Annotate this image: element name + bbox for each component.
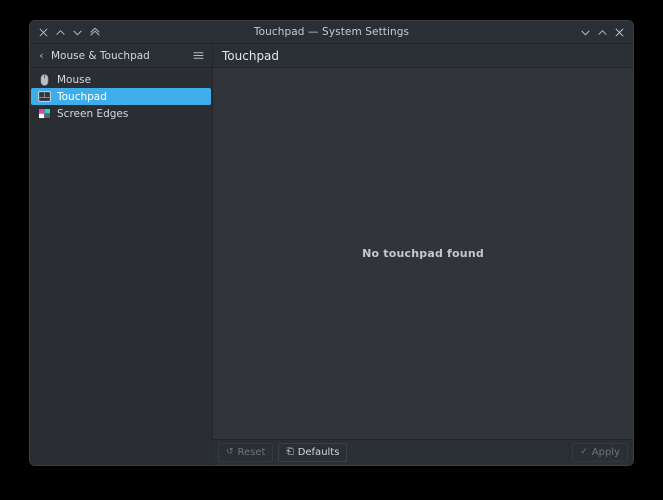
close-icon[interactable] xyxy=(35,24,52,40)
keep-above-icon[interactable] xyxy=(86,24,103,40)
sidebar-nav-list: Mouse Touchpad xyxy=(30,68,212,465)
defaults-icon: ⎗ xyxy=(286,448,293,457)
sidebar-header: ‹ Mouse & Touchpad xyxy=(30,44,212,68)
reset-icon: ↺ xyxy=(226,448,234,457)
titlebar-left-buttons xyxy=(30,24,103,40)
sidebar-header-title: Mouse & Touchpad xyxy=(51,50,150,62)
maximize-icon[interactable] xyxy=(594,24,611,40)
window-body: ‹ Mouse & Touchpad xyxy=(30,44,633,465)
sidebar-item-mouse[interactable]: Mouse xyxy=(31,71,211,88)
main-pane: Touchpad No touchpad found ↺ Reset ⎗ Def… xyxy=(213,44,633,465)
page-title: Touchpad xyxy=(222,49,279,63)
hamburger-icon[interactable] xyxy=(190,48,206,64)
titlebar-right-buttons xyxy=(577,24,633,40)
sidebar: ‹ Mouse & Touchpad xyxy=(30,44,213,465)
sidebar-item-label: Mouse xyxy=(57,74,91,86)
sidebar-item-screen-edges[interactable]: Screen Edges xyxy=(31,105,211,122)
main-header: Touchpad xyxy=(213,44,633,68)
unshade-down-icon[interactable] xyxy=(69,24,86,40)
sidebar-item-label: Screen Edges xyxy=(57,108,128,120)
minimize-icon[interactable] xyxy=(577,24,594,40)
shade-up-icon[interactable] xyxy=(52,24,69,40)
main-content-area: No touchpad found xyxy=(213,68,633,439)
defaults-button-label: Defaults xyxy=(298,447,340,458)
reset-button-label: Reset xyxy=(238,447,266,458)
sidebar-item-touchpad[interactable]: Touchpad xyxy=(31,88,211,105)
back-chevron-icon[interactable]: ‹ xyxy=(36,49,47,62)
touchpad-icon xyxy=(38,90,51,103)
close-icon[interactable] xyxy=(611,24,628,40)
footer-button-bar: ↺ Reset ⎗ Defaults ✓ Apply xyxy=(213,439,633,465)
reset-button[interactable]: ↺ Reset xyxy=(218,443,273,462)
empty-state-message: No touchpad found xyxy=(362,247,484,260)
apply-button[interactable]: ✓ Apply xyxy=(572,443,628,462)
window-title: Touchpad — System Settings xyxy=(30,26,633,38)
screen-edges-icon xyxy=(38,107,51,120)
sidebar-item-label: Touchpad xyxy=(57,91,107,103)
desktop-background: Touchpad — System Settings xyxy=(0,0,663,500)
defaults-button[interactable]: ⎗ Defaults xyxy=(278,443,347,462)
mouse-icon xyxy=(38,73,51,86)
check-icon: ✓ xyxy=(580,448,588,457)
window-titlebar[interactable]: Touchpad — System Settings xyxy=(30,21,633,44)
apply-button-label: Apply xyxy=(592,447,620,458)
system-settings-window: Touchpad — System Settings xyxy=(29,20,634,466)
